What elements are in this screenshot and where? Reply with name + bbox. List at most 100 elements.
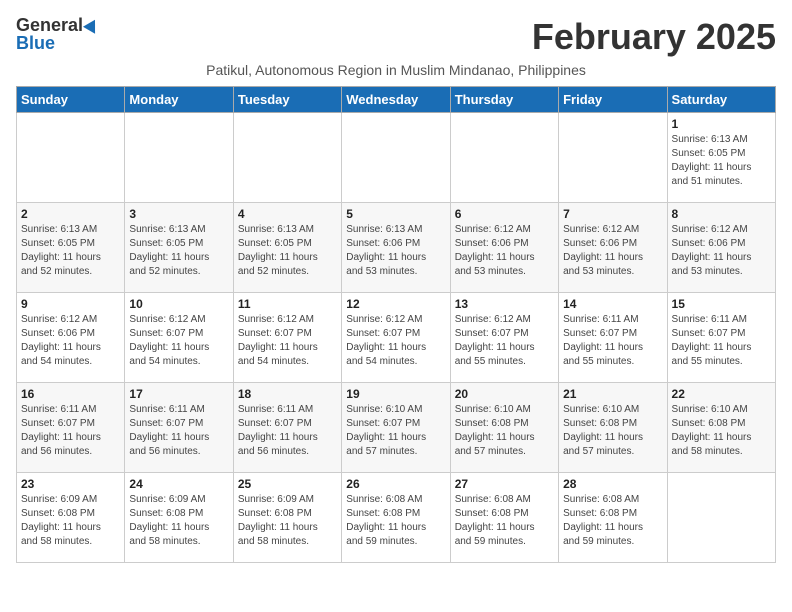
day-number: 24 (129, 477, 228, 491)
day-info: Sunrise: 6:12 AM Sunset: 6:07 PM Dayligh… (129, 313, 228, 369)
calendar-cell: 22 Sunrise: 6:10 AM Sunset: 6:08 PM Dayli… (667, 383, 775, 473)
day-info: Sunrise: 6:09 AM Sunset: 6:08 PM Dayligh… (238, 493, 337, 549)
calendar-cell: 20Sunrise: 6:10 AM Sunset: 6:08 PM Dayli… (450, 383, 558, 473)
calendar-cell: 5 Sunrise: 6:13 AM Sunset: 6:06 PM Daylig… (342, 203, 450, 293)
day-info: Sunrise: 6:13 AM Sunset: 6:05 PM Dayligh… (21, 223, 120, 279)
calendar-week-row: 9 Sunrise: 6:12 AM Sunset: 6:06 PM Daylig… (17, 293, 776, 383)
day-number: 11 (238, 297, 337, 311)
day-number: 5 (346, 207, 445, 221)
calendar-cell: 2 Sunrise: 6:13 AM Sunset: 6:05 PM Daylig… (17, 203, 125, 293)
calendar-cell: 25Sunrise: 6:09 AM Sunset: 6:08 PM Dayli… (233, 473, 341, 563)
day-number: 28 (563, 477, 662, 491)
day-number: 12 (346, 297, 445, 311)
day-number: 8 (672, 207, 771, 221)
day-number: 1 (672, 117, 771, 131)
calendar-header-friday: Friday (559, 87, 667, 113)
calendar-week-row: 1 Sunrise: 6:13 AM Sunset: 6:05 PM Daylig… (17, 113, 776, 203)
day-info: Sunrise: 6:11 AM Sunset: 6:07 PM Dayligh… (672, 313, 771, 369)
calendar-cell (17, 113, 125, 203)
calendar-header-tuesday: Tuesday (233, 87, 341, 113)
day-info: Sunrise: 6:10 AM Sunset: 6:08 PM Dayligh… (672, 403, 771, 459)
calendar-cell: 4 Sunrise: 6:13 AM Sunset: 6:05 PM Daylig… (233, 203, 341, 293)
day-info: Sunrise: 6:11 AM Sunset: 6:07 PM Dayligh… (129, 403, 228, 459)
day-number: 22 (672, 387, 771, 401)
calendar-cell (125, 113, 233, 203)
day-number: 17 (129, 387, 228, 401)
day-number: 18 (238, 387, 337, 401)
calendar-header-row: SundayMondayTuesdayWednesdayThursdayFrid… (17, 87, 776, 113)
day-number: 15 (672, 297, 771, 311)
calendar-cell (450, 113, 558, 203)
day-info: Sunrise: 6:13 AM Sunset: 6:06 PM Dayligh… (346, 223, 445, 279)
logo-triangle-icon (83, 16, 101, 33)
calendar-header-monday: Monday (125, 87, 233, 113)
day-number: 7 (563, 207, 662, 221)
calendar-cell: 19 Sunrise: 6:10 AM Sunset: 6:07 PM Dayli… (342, 383, 450, 473)
calendar-cell: 1 Sunrise: 6:13 AM Sunset: 6:05 PM Daylig… (667, 113, 775, 203)
day-info: Sunrise: 6:10 AM Sunset: 6:08 PM Dayligh… (563, 403, 662, 459)
calendar-cell: 17 Sunrise: 6:11 AM Sunset: 6:07 PM Dayli… (125, 383, 233, 473)
day-info: Sunrise: 6:08 AM Sunset: 6:08 PM Dayligh… (563, 493, 662, 549)
calendar-cell (559, 113, 667, 203)
calendar-cell: 3 Sunrise: 6:13 AM Sunset: 6:05 PM Daylig… (125, 203, 233, 293)
day-info: Sunrise: 6:12 AM Sunset: 6:07 PM Dayligh… (346, 313, 445, 369)
day-number: 2 (21, 207, 120, 221)
calendar-table: SundayMondayTuesdayWednesdayThursdayFrid… (16, 86, 776, 563)
day-info: Sunrise: 6:09 AM Sunset: 6:08 PM Dayligh… (129, 493, 228, 549)
day-info: Sunrise: 6:12 AM Sunset: 6:06 PM Dayligh… (455, 223, 554, 279)
day-number: 26 (346, 477, 445, 491)
calendar-cell (667, 473, 775, 563)
day-info: Sunrise: 6:11 AM Sunset: 6:07 PM Dayligh… (563, 313, 662, 369)
day-number: 14 (563, 297, 662, 311)
page-subtitle: Patikul, Autonomous Region in Muslim Min… (16, 62, 776, 78)
calendar-header-wednesday: Wednesday (342, 87, 450, 113)
calendar-cell: 16Sunrise: 6:11 AM Sunset: 6:07 PM Dayli… (17, 383, 125, 473)
day-info: Sunrise: 6:12 AM Sunset: 6:06 PM Dayligh… (563, 223, 662, 279)
calendar-cell: 6 Sunrise: 6:12 AM Sunset: 6:06 PM Daylig… (450, 203, 558, 293)
calendar-header-saturday: Saturday (667, 87, 775, 113)
day-info: Sunrise: 6:13 AM Sunset: 6:05 PM Dayligh… (672, 133, 771, 189)
logo-blue: Blue (16, 34, 55, 52)
day-number: 4 (238, 207, 337, 221)
day-number: 6 (455, 207, 554, 221)
day-info: Sunrise: 6:09 AM Sunset: 6:08 PM Dayligh… (21, 493, 120, 549)
day-number: 21 (563, 387, 662, 401)
calendar-cell: 13 Sunrise: 6:12 AM Sunset: 6:07 PM Dayli… (450, 293, 558, 383)
day-info: Sunrise: 6:12 AM Sunset: 6:07 PM Dayligh… (238, 313, 337, 369)
calendar-cell: 18 Sunrise: 6:11 AM Sunset: 6:07 PM Dayli… (233, 383, 341, 473)
calendar-cell: 9 Sunrise: 6:12 AM Sunset: 6:06 PM Daylig… (17, 293, 125, 383)
day-info: Sunrise: 6:10 AM Sunset: 6:08 PM Dayligh… (455, 403, 554, 459)
day-info: Sunrise: 6:11 AM Sunset: 6:07 PM Dayligh… (238, 403, 337, 459)
calendar-cell: 7 Sunrise: 6:12 AM Sunset: 6:06 PM Daylig… (559, 203, 667, 293)
day-info: Sunrise: 6:13 AM Sunset: 6:05 PM Dayligh… (129, 223, 228, 279)
calendar-week-row: 16Sunrise: 6:11 AM Sunset: 6:07 PM Dayli… (17, 383, 776, 473)
calendar-cell: 8Sunrise: 6:12 AM Sunset: 6:06 PM Daylig… (667, 203, 775, 293)
day-info: Sunrise: 6:11 AM Sunset: 6:07 PM Dayligh… (21, 403, 120, 459)
calendar-cell: 28 Sunrise: 6:08 AM Sunset: 6:08 PM Dayli… (559, 473, 667, 563)
day-info: Sunrise: 6:12 AM Sunset: 6:07 PM Dayligh… (455, 313, 554, 369)
day-info: Sunrise: 6:10 AM Sunset: 6:07 PM Dayligh… (346, 403, 445, 459)
day-number: 9 (21, 297, 120, 311)
day-info: Sunrise: 6:08 AM Sunset: 6:08 PM Dayligh… (346, 493, 445, 549)
day-info: Sunrise: 6:12 AM Sunset: 6:06 PM Dayligh… (21, 313, 120, 369)
day-number: 27 (455, 477, 554, 491)
calendar-cell: 10 Sunrise: 6:12 AM Sunset: 6:07 PM Dayli… (125, 293, 233, 383)
day-number: 10 (129, 297, 228, 311)
day-number: 23 (21, 477, 120, 491)
header: General Blue February 2025 (16, 16, 776, 58)
day-info: Sunrise: 6:13 AM Sunset: 6:05 PM Dayligh… (238, 223, 337, 279)
day-number: 3 (129, 207, 228, 221)
logo: General Blue (16, 16, 99, 52)
calendar-cell: 23 Sunrise: 6:09 AM Sunset: 6:08 PM Dayli… (17, 473, 125, 563)
day-number: 19 (346, 387, 445, 401)
calendar-cell: 21 Sunrise: 6:10 AM Sunset: 6:08 PM Dayli… (559, 383, 667, 473)
calendar-header-sunday: Sunday (17, 87, 125, 113)
logo-general: General (16, 16, 83, 34)
day-number: 13 (455, 297, 554, 311)
calendar-week-row: 2 Sunrise: 6:13 AM Sunset: 6:05 PM Daylig… (17, 203, 776, 293)
calendar-week-row: 23 Sunrise: 6:09 AM Sunset: 6:08 PM Dayli… (17, 473, 776, 563)
calendar-cell: 11 Sunrise: 6:12 AM Sunset: 6:07 PM Dayli… (233, 293, 341, 383)
calendar-cell: 15 Sunrise: 6:11 AM Sunset: 6:07 PM Dayli… (667, 293, 775, 383)
calendar-cell: 14 Sunrise: 6:11 AM Sunset: 6:07 PM Dayli… (559, 293, 667, 383)
page-title: February 2025 (532, 16, 776, 58)
